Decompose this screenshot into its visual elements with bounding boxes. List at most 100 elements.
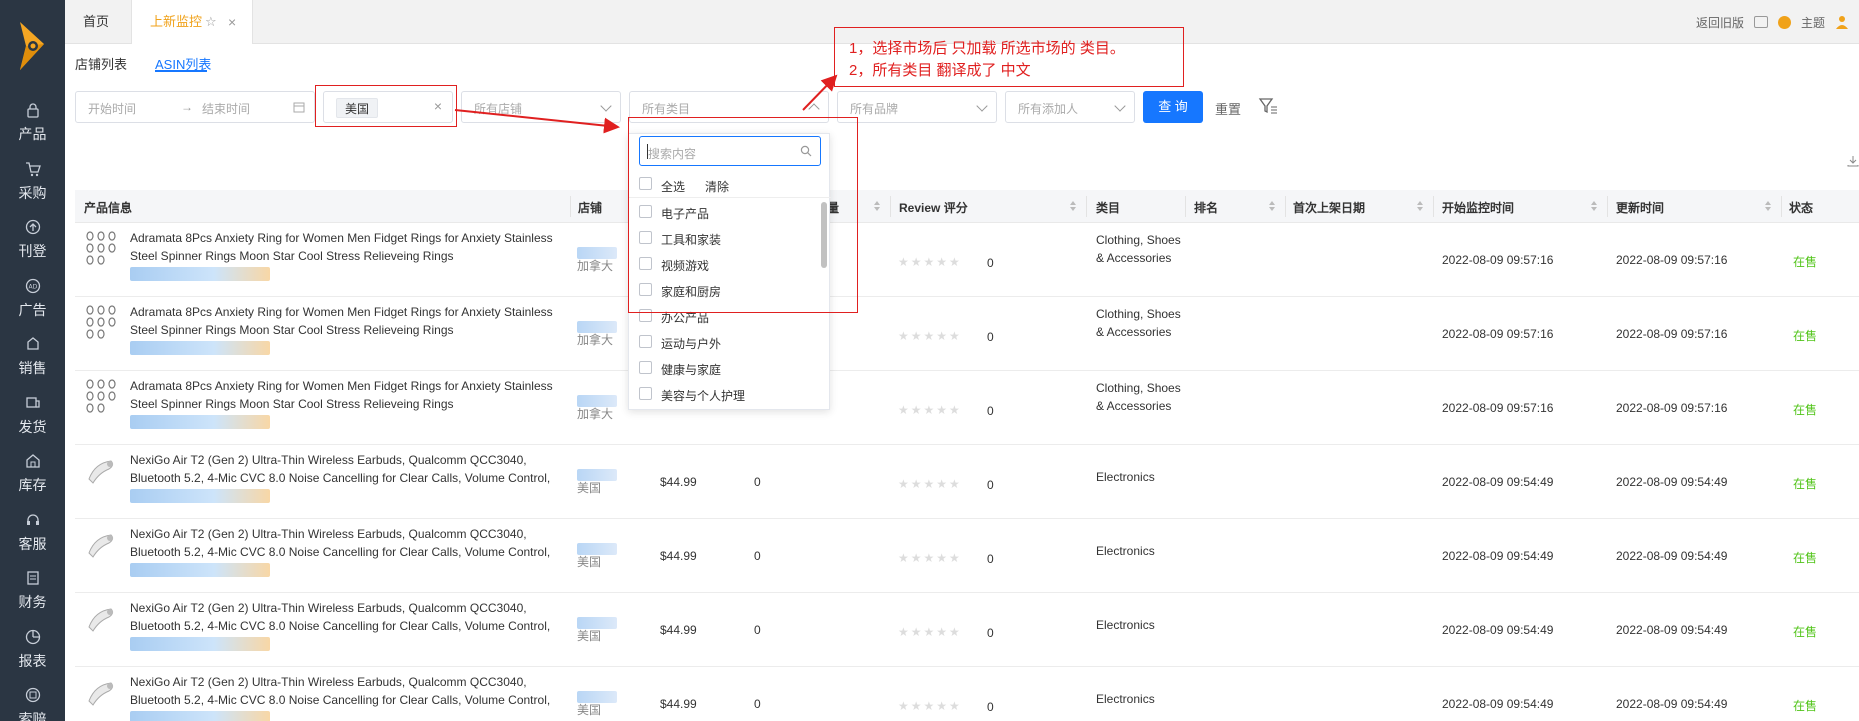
sidebar-item-cart[interactable]: 采购: [0, 161, 65, 219]
column-divider: [1285, 196, 1286, 217]
tab-home[interactable]: 首页: [65, 0, 127, 44]
table-row[interactable]: NexiGo Air T2 (Gen 2) Ultra-Thin Wireles…: [75, 519, 1859, 593]
column-divider: [570, 196, 571, 217]
updated-time: 2022-08-09 09:57:16: [1616, 327, 1728, 341]
table-row[interactable]: Adramata 8Pcs Anxiety Ring for Women Men…: [75, 371, 1859, 445]
filter-icon[interactable]: [1258, 96, 1278, 116]
updated-time: 2022-08-09 09:54:49: [1616, 623, 1728, 637]
range-arrow: →: [181, 100, 193, 114]
table-row[interactable]: NexiGo Air T2 (Gen 2) Ultra-Thin Wireles…: [75, 445, 1859, 519]
product-name-link[interactable]: NexiGo Air T2 (Gen 2) Ultra-Thin Wireles…: [130, 525, 556, 561]
redacted-asin: [130, 489, 270, 503]
close-icon[interactable]: ×: [228, 0, 236, 44]
updated-time: 2022-08-09 09:57:16: [1616, 253, 1728, 267]
category-option[interactable]: 运动与户外: [639, 333, 809, 355]
tab-store-list[interactable]: 店铺列表: [75, 54, 127, 73]
en-toggle-icon[interactable]: [1753, 16, 1768, 28]
sidebar-item-label: 发货: [18, 418, 47, 435]
product-name-link[interactable]: NexiGo Air T2 (Gen 2) Ultra-Thin Wireles…: [130, 451, 556, 487]
quantity: 0: [754, 549, 761, 563]
date-range-picker[interactable]: 开始时间 → 结束时间: [75, 91, 315, 123]
quantity: 0: [754, 475, 761, 489]
table-header: 产品信息 店铺 量 Review 评分 类目 排名 首次上架日期 开始监控时间 …: [75, 190, 1859, 223]
category: Clothing, Shoes & Accessories: [1096, 307, 1181, 339]
top-right-tools: 返回旧版 主题: [1696, 0, 1849, 44]
price: $44.99: [660, 623, 697, 637]
sidebar-item-lock[interactable]: 产品: [0, 102, 65, 160]
category-checkbox[interactable]: [639, 361, 652, 374]
table-row[interactable]: Adramata 8Pcs Anxiety Ring for Women Men…: [75, 297, 1859, 371]
sidebar-item-label: 财务: [18, 594, 47, 610]
star-rating-icon: ★★★★★: [898, 625, 962, 639]
table-row[interactable]: NexiGo Air T2 (Gen 2) Ultra-Thin Wireles…: [75, 667, 1859, 721]
table-row[interactable]: Adramata 8Pcs Anxiety Ring for Women Men…: [75, 223, 1859, 297]
category-checkbox[interactable]: [639, 387, 652, 400]
sidebar-item-truck[interactable]: 发货: [0, 395, 65, 453]
store-market: 美国: [577, 555, 602, 569]
product-name-link[interactable]: NexiGo Air T2 (Gen 2) Ultra-Thin Wireles…: [130, 599, 556, 635]
brand-select[interactable]: 所有品牌: [837, 91, 997, 123]
ad-icon: AD: [25, 278, 40, 293]
product-thumbnail[interactable]: [85, 453, 117, 491]
category-option[interactable]: 美容与个人护理: [639, 385, 809, 407]
star-rating-icon: ★★★★★: [898, 477, 962, 491]
sidebar-item-finance[interactable]: 财务: [0, 570, 65, 628]
header-status: 状态: [1789, 201, 1814, 215]
product-name-link[interactable]: NexiGo Air T2 (Gen 2) Ultra-Thin Wireles…: [130, 673, 556, 709]
sidebar-item-warehouse[interactable]: 库存: [0, 453, 65, 511]
sidebar-item-claim[interactable]: 索赔: [0, 687, 65, 721]
store-select[interactable]: 所有店铺: [461, 91, 621, 123]
product-name-link[interactable]: Adramata 8Pcs Anxiety Ring for Women Men…: [130, 229, 556, 265]
star-rating-icon: ★★★★★: [898, 255, 962, 269]
sales-icon: [26, 337, 39, 350]
status-badge: 在售: [1793, 477, 1818, 491]
product-thumbnail[interactable]: [85, 675, 117, 713]
category-placeholder: 所有类目: [642, 102, 691, 116]
sidebar-item-label: 报表: [18, 652, 47, 669]
product-thumbnail[interactable]: [85, 305, 117, 343]
updated-time: 2022-08-09 09:57:16: [1616, 401, 1728, 415]
monitor-start-time: 2022-08-09 09:54:49: [1442, 623, 1554, 637]
sidebar-item-ad[interactable]: AD 广告: [0, 278, 65, 336]
star-icon[interactable]: ☆: [205, 0, 217, 44]
category-checkbox[interactable]: [639, 335, 652, 348]
adder-placeholder: 所有添加人: [1018, 102, 1079, 116]
product-thumbnail[interactable]: [85, 231, 117, 269]
sidebar-item-chart[interactable]: 报表: [0, 629, 65, 687]
review-count: 0: [987, 700, 994, 714]
user-icon[interactable]: [1835, 15, 1849, 29]
annotation-note: 1，选择市场后 只加载 所选市场的 类目。 2，所有类目 翻译成了 中文: [834, 27, 1184, 87]
product-thumbnail[interactable]: [85, 601, 117, 639]
category: Clothing, Shoes & Accessories: [1096, 233, 1181, 265]
warehouse-icon: [25, 454, 40, 468]
adder-select[interactable]: 所有添加人: [1005, 91, 1135, 123]
product-thumbnail[interactable]: [85, 379, 117, 417]
product-name-link[interactable]: Adramata 8Pcs Anxiety Ring for Women Men…: [130, 377, 556, 413]
product-name-link[interactable]: Adramata 8Pcs Anxiety Ring for Women Men…: [130, 303, 556, 339]
table-row[interactable]: NexiGo Air T2 (Gen 2) Ultra-Thin Wireles…: [75, 593, 1859, 667]
redacted-asin: [130, 711, 270, 721]
app-logo[interactable]: [14, 22, 50, 72]
header-first-listed: 首次上架日期: [1293, 201, 1366, 215]
chevron-down-icon: [1114, 100, 1126, 112]
category-option[interactable]: 健康与家庭: [639, 359, 809, 381]
category: Clothing, Shoes & Accessories: [1096, 381, 1181, 413]
theme-button[interactable]: 主题: [1801, 14, 1825, 31]
query-button[interactable]: 查 询: [1143, 91, 1203, 123]
status-badge: 在售: [1793, 699, 1818, 713]
header-rank: 排名: [1194, 201, 1219, 215]
headset-icon: [26, 513, 39, 525]
sidebar-item-upload[interactable]: 刊登: [0, 219, 65, 277]
note-line-1: 1，选择市场后 只加载 所选市场的 类目。: [849, 40, 1125, 57]
product-thumbnail[interactable]: [85, 527, 117, 565]
redacted-asin: [130, 415, 270, 429]
sidebar: 产品 采购 刊登 AD 广告 销售发货库存 客服财务报表索赔: [0, 0, 65, 721]
tab-new-listing-monitor[interactable]: 上新监控 ☆ ×: [131, 0, 253, 44]
sidebar-item-headset[interactable]: 客服: [0, 512, 65, 570]
back-old-version-link[interactable]: 返回旧版: [1696, 14, 1744, 31]
sidebar-item-sales[interactable]: 销售: [0, 336, 65, 394]
reset-button[interactable]: 重置: [1215, 99, 1241, 118]
column-divider: [1185, 196, 1186, 217]
download-icon[interactable]: [1847, 155, 1859, 167]
cart-icon: [25, 161, 41, 176]
